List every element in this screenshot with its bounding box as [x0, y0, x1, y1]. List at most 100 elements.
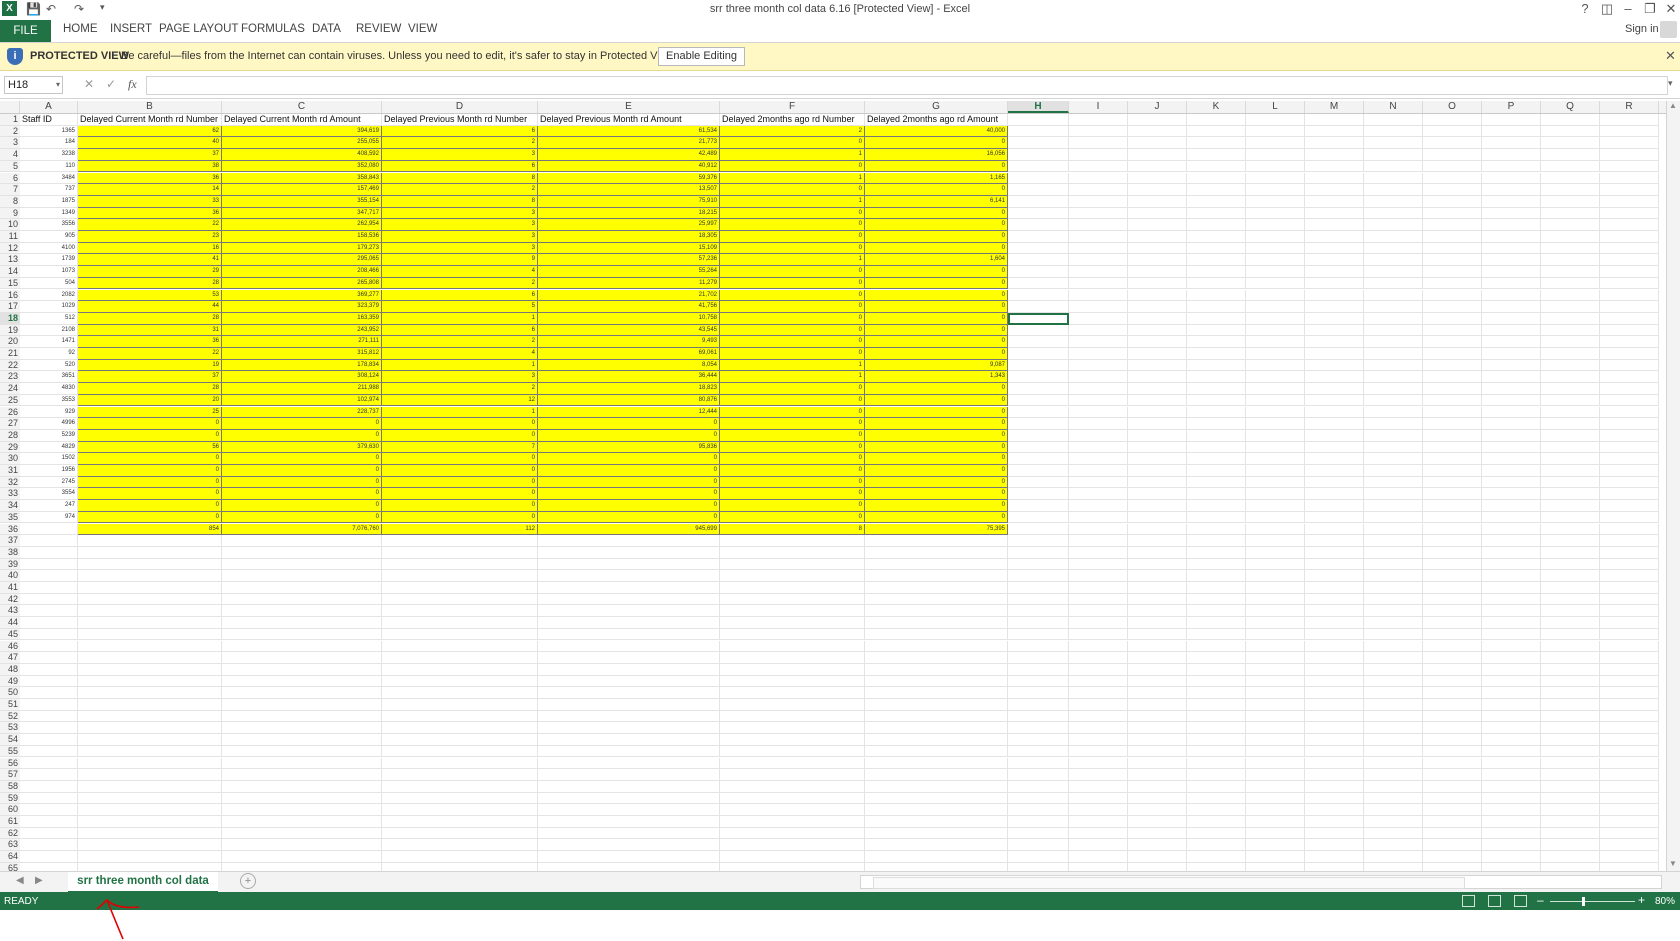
cell-r49[interactable] — [1600, 675, 1659, 688]
cell-j58[interactable] — [1128, 780, 1187, 793]
cell-k14[interactable] — [1187, 266, 1246, 278]
cell-k50[interactable] — [1187, 687, 1246, 699]
cell-c30[interactable]: 0 — [222, 453, 382, 465]
cell-r56[interactable] — [1600, 757, 1659, 770]
cell-j26[interactable] — [1128, 406, 1187, 419]
cell-i18[interactable] — [1069, 312, 1128, 325]
cell-o30[interactable] — [1423, 453, 1482, 465]
cell-l9[interactable] — [1246, 207, 1305, 220]
cell-g35[interactable]: 0 — [865, 511, 1008, 524]
cell-g29[interactable]: 0 — [865, 441, 1008, 454]
cell-o3[interactable] — [1423, 137, 1482, 150]
cell-b51[interactable] — [78, 699, 222, 711]
cell-r44[interactable] — [1600, 617, 1659, 629]
cell-p41[interactable] — [1482, 582, 1541, 594]
cell-d38[interactable] — [382, 546, 538, 559]
cell-j48[interactable] — [1128, 663, 1187, 676]
cell-l30[interactable] — [1246, 453, 1305, 465]
cell-o6[interactable] — [1423, 172, 1482, 185]
cell-p17[interactable] — [1482, 301, 1541, 313]
cell-j33[interactable] — [1128, 488, 1187, 501]
cell-p9[interactable] — [1482, 207, 1541, 220]
cell-r57[interactable] — [1600, 769, 1659, 781]
cell-q13[interactable] — [1541, 254, 1600, 267]
cell-l42[interactable] — [1246, 593, 1305, 606]
cell-b15[interactable]: 28 — [78, 277, 222, 290]
cell-q51[interactable] — [1541, 699, 1600, 711]
cell-c6[interactable]: 358,843 — [222, 172, 382, 185]
cell-o33[interactable] — [1423, 488, 1482, 501]
cell-g3[interactable]: 0 — [865, 137, 1008, 150]
cell-i47[interactable] — [1069, 652, 1128, 664]
cell-k1[interactable] — [1187, 114, 1246, 126]
cell-e35[interactable]: 0 — [538, 511, 720, 524]
cell-n31[interactable] — [1364, 465, 1423, 477]
cell-n21[interactable] — [1364, 348, 1423, 360]
cell-a48[interactable] — [20, 663, 78, 676]
cell-g60[interactable] — [865, 804, 1008, 816]
cell-b49[interactable] — [78, 675, 222, 688]
cell-p65[interactable] — [1482, 862, 1541, 871]
cell-q34[interactable] — [1541, 500, 1600, 512]
cell-q14[interactable] — [1541, 266, 1600, 278]
cell-n17[interactable] — [1364, 301, 1423, 313]
cell-f11[interactable]: 0 — [720, 231, 865, 243]
cell-m2[interactable] — [1305, 125, 1364, 138]
cell-l5[interactable] — [1246, 160, 1305, 173]
minimize-icon[interactable]: – — [1619, 1, 1637, 16]
row-header-34[interactable]: 34 — [0, 500, 20, 512]
cell-i30[interactable] — [1069, 453, 1128, 465]
cell-d1[interactable]: Delayed Previous Month rd Number — [382, 114, 538, 126]
cell-h10[interactable] — [1008, 219, 1069, 231]
cell-p36[interactable] — [1482, 523, 1541, 536]
cell-l60[interactable] — [1246, 804, 1305, 816]
cell-c34[interactable]: 0 — [222, 500, 382, 512]
column-header-e[interactable]: E — [538, 101, 720, 113]
row-header-26[interactable]: 26 — [0, 406, 20, 419]
cell-o26[interactable] — [1423, 406, 1482, 419]
cell-k33[interactable] — [1187, 488, 1246, 501]
cell-p58[interactable] — [1482, 780, 1541, 793]
cell-b34[interactable]: 0 — [78, 500, 222, 512]
cell-d57[interactable] — [382, 769, 538, 781]
cell-p55[interactable] — [1482, 745, 1541, 758]
cell-m16[interactable] — [1305, 289, 1364, 302]
tab-file[interactable]: FILE — [0, 20, 51, 42]
cell-f33[interactable]: 0 — [720, 488, 865, 501]
cell-j1[interactable] — [1128, 114, 1187, 126]
cell-m50[interactable] — [1305, 687, 1364, 699]
cell-p28[interactable] — [1482, 429, 1541, 442]
row-header-56[interactable]: 56 — [0, 757, 20, 770]
cell-j31[interactable] — [1128, 465, 1187, 477]
cell-h27[interactable] — [1008, 418, 1069, 430]
cell-b54[interactable] — [78, 734, 222, 746]
cell-q19[interactable] — [1541, 324, 1600, 337]
cell-l6[interactable] — [1246, 172, 1305, 185]
cell-q59[interactable] — [1541, 792, 1600, 805]
cell-r59[interactable] — [1600, 792, 1659, 805]
cell-i61[interactable] — [1069, 816, 1128, 828]
cell-b63[interactable] — [78, 839, 222, 852]
cell-o37[interactable] — [1423, 535, 1482, 547]
cell-i13[interactable] — [1069, 254, 1128, 267]
cell-b48[interactable] — [78, 663, 222, 676]
cell-i45[interactable] — [1069, 628, 1128, 641]
cell-e60[interactable] — [538, 804, 720, 816]
cell-e34[interactable]: 0 — [538, 500, 720, 512]
cell-f48[interactable] — [720, 663, 865, 676]
cell-p59[interactable] — [1482, 792, 1541, 805]
cell-g17[interactable]: 0 — [865, 301, 1008, 313]
cell-c39[interactable] — [222, 558, 382, 571]
cell-a40[interactable] — [20, 570, 78, 582]
cell-i59[interactable] — [1069, 792, 1128, 805]
cell-n8[interactable] — [1364, 195, 1423, 208]
cell-p7[interactable] — [1482, 184, 1541, 196]
cell-o32[interactable] — [1423, 476, 1482, 489]
cell-p44[interactable] — [1482, 617, 1541, 629]
row-header-51[interactable]: 51 — [0, 699, 20, 711]
cell-k45[interactable] — [1187, 628, 1246, 641]
cell-i24[interactable] — [1069, 383, 1128, 395]
cell-d10[interactable]: 3 — [382, 219, 538, 231]
cell-d35[interactable]: 0 — [382, 511, 538, 524]
cell-h55[interactable] — [1008, 745, 1069, 758]
